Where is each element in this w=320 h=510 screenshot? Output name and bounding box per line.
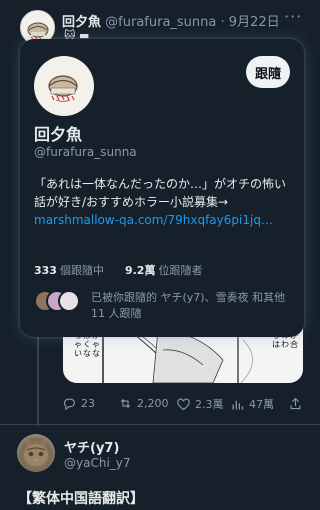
follow-stats: 333 個跟隨中 9.2萬 位跟隨者 <box>34 262 202 278</box>
hover-card-handle[interactable]: @furafura_sunna <box>34 145 137 159</box>
known-followers-avatars[interactable] <box>34 290 82 312</box>
tweet-action-bar: 23 2,200 2.3萬 47萬 <box>58 393 316 417</box>
reply-button[interactable]: 23 <box>62 396 95 411</box>
cat-avatar-art <box>24 438 48 466</box>
tweet-header: 回夕魚 @furafura_sunna · 9月22日 <box>62 11 280 30</box>
manga-char: く <box>83 340 91 349</box>
hover-card-bio: 「あれは一体なんだったのか…」がオチの怖い話が好き/おすすめホラー小説募集→ m… <box>34 175 296 229</box>
manga-char: い <box>74 349 82 358</box>
profile-hover-card: 跟隨 回夕魚 @furafura_sunna 「あれは一体なんだったのか…」がオ… <box>20 39 304 337</box>
manga-char: な <box>92 349 100 358</box>
like-count: 2.3萬 <box>195 398 224 411</box>
second-tweet-avatar[interactable] <box>17 434 55 472</box>
manga-char: ゃ <box>92 340 100 349</box>
reply-count: 23 <box>81 397 95 410</box>
tweet-dot-separator: · <box>220 15 225 30</box>
following-count: 333 <box>34 264 57 277</box>
tweet-divider <box>0 424 320 425</box>
second-tweet-author-name[interactable]: ヤチ(y7) <box>64 437 119 456</box>
hover-card-name[interactable]: 回夕魚 <box>34 121 82 145</box>
bio-text: 「あれは一体なんだったのか…」がオチの怖い話が好き/おすすめホラー小説募集→ <box>34 177 287 209</box>
followers-label: 位跟隨者 <box>158 264 203 277</box>
bio-link[interactable]: marshmallow-qa.com/79hxqfay6pi1jq… <box>34 213 273 227</box>
known-follower-avatar <box>58 290 80 312</box>
retweet-icon <box>120 398 131 409</box>
retweet-button[interactable]: 2,200 <box>118 396 169 411</box>
views-button[interactable]: 47萬 <box>230 396 274 412</box>
share-button[interactable] <box>288 396 303 411</box>
manga-char: わ <box>281 340 289 349</box>
tweet-author-name[interactable]: 回夕魚 <box>62 15 101 30</box>
manga-char: 合 <box>290 340 298 349</box>
second-tweet-text: 【繁体中国語翻訳】 <box>18 491 144 507</box>
manga-char: な <box>83 349 91 358</box>
following-label: 個跟隨中 <box>59 264 104 277</box>
heart-icon <box>177 398 190 410</box>
manga-char: は <box>272 340 280 349</box>
follow-button[interactable]: 跟隨 <box>246 56 290 88</box>
views-chart-icon <box>232 400 244 409</box>
second-tweet-author-handle[interactable]: @yaChi_y7 <box>64 456 131 470</box>
more-options-icon[interactable]: ··· <box>284 7 302 26</box>
known-followers-text[interactable]: 已被你跟隨的 ヤチ(y7)、雪奏夜 和其他 11 人跟隨 <box>91 290 297 322</box>
tweet-author-handle[interactable]: @furafura_sunna <box>105 15 216 30</box>
share-icon <box>290 397 301 410</box>
reply-icon <box>63 398 76 411</box>
hover-card-avatar[interactable] <box>34 56 94 116</box>
views-count: 47萬 <box>249 398 274 411</box>
followers-stat[interactable]: 9.2萬 位跟隨者 <box>125 264 203 277</box>
like-button[interactable]: 2.3萬 <box>176 396 224 412</box>
retweet-count: 2,200 <box>137 397 169 410</box>
following-stat[interactable]: 333 個跟隨中 <box>34 264 104 277</box>
tweet-date[interactable]: 9月22日 <box>229 15 280 30</box>
fish-face-avatar-art <box>48 75 78 102</box>
followers-count: 9.2萬 <box>124 264 156 277</box>
manga-char: ゃ <box>74 340 82 349</box>
